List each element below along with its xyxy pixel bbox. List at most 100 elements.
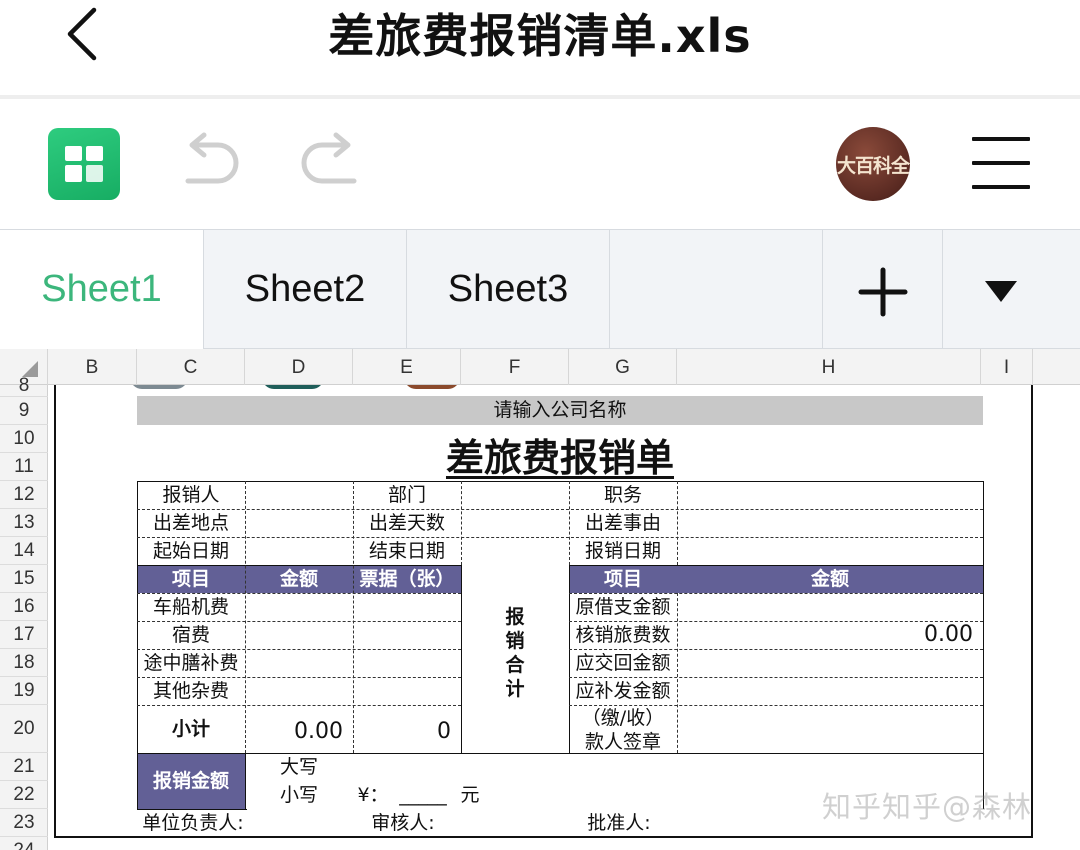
- settlement-item[interactable]: 应补发金额: [569, 677, 677, 705]
- row-header[interactable]: 19: [0, 677, 48, 705]
- sheet-tab-bar: Sheet1 Sheet2 Sheet3: [0, 229, 1080, 349]
- subtotal-amount[interactable]: 0.00: [245, 705, 353, 753]
- sheet-list-dropdown[interactable]: [943, 230, 1080, 349]
- logo-block: [65, 146, 82, 161]
- row-header[interactable]: 9: [0, 397, 48, 425]
- expense-item[interactable]: 车船机费: [137, 593, 245, 621]
- reimburse-amount-label[interactable]: 报销金额: [137, 753, 245, 809]
- expense-item[interactable]: 宿费: [137, 621, 245, 649]
- hamburger-icon: [972, 161, 1030, 165]
- settlement-item[interactable]: 原借支金额: [569, 593, 677, 621]
- cell-label[interactable]: 报销人: [137, 481, 245, 509]
- footer-label[interactable]: 单位负责人:: [128, 809, 258, 837]
- header-amount[interactable]: 金额: [677, 565, 983, 593]
- subtotal-label[interactable]: 小计: [137, 705, 245, 753]
- undo-icon: [185, 132, 239, 184]
- lowercase-label[interactable]: 小写: [245, 781, 353, 809]
- row-header[interactable]: 22: [0, 781, 48, 809]
- hamburger-icon: [972, 137, 1030, 141]
- currency-unit: 元: [460, 783, 480, 806]
- header-tickets[interactable]: 票据（张）: [353, 565, 461, 593]
- header-item[interactable]: 项目: [569, 565, 677, 593]
- grid-line: [677, 593, 678, 753]
- column-header-f[interactable]: F: [461, 349, 569, 385]
- signature-label[interactable]: （缴/收）: [569, 707, 677, 729]
- summary-char: 销: [505, 629, 525, 652]
- row-header[interactable]: 20: [0, 705, 48, 753]
- column-header-c[interactable]: C: [137, 349, 245, 385]
- table-border-right: [983, 481, 984, 809]
- add-sheet-button[interactable]: [822, 230, 943, 349]
- grid-line: [137, 537, 983, 538]
- row-header[interactable]: 17: [0, 621, 48, 649]
- cell-grid[interactable]: 请输入公司名称 差旅费报销单 报销人 部门 职务 出差地点 出差天数 出差事由 …: [48, 385, 1080, 850]
- summary-char: 合: [505, 653, 525, 676]
- spreadsheet-area[interactable]: B C D E F G H I 8 9 10 11 12 13 14 15 16…: [0, 349, 1080, 850]
- row-header[interactable]: 8: [0, 375, 48, 397]
- row-header[interactable]: 10: [0, 425, 48, 453]
- row-header[interactable]: 18: [0, 649, 48, 677]
- cell-label[interactable]: 出差事由: [569, 509, 677, 537]
- avatar[interactable]: 大百科全: [836, 127, 910, 201]
- logo-block: [86, 146, 103, 161]
- column-header-e[interactable]: E: [353, 349, 461, 385]
- company-name-input[interactable]: 请输入公司名称: [137, 396, 983, 425]
- signature-label[interactable]: 款人签章: [569, 731, 677, 753]
- column-header-bar: B C D E F G H I: [0, 349, 1080, 385]
- settlement-item[interactable]: 应交回金额: [569, 649, 677, 677]
- row-header[interactable]: 23: [0, 809, 48, 837]
- footer-label[interactable]: 审核人:: [358, 809, 448, 837]
- tab-sheet2[interactable]: Sheet2: [204, 230, 407, 349]
- plus-icon: [858, 267, 908, 317]
- header-item[interactable]: 项目: [137, 565, 245, 593]
- cell-label[interactable]: 起始日期: [137, 537, 245, 565]
- row-header[interactable]: 16: [0, 593, 48, 621]
- column-header-i[interactable]: I: [981, 349, 1033, 385]
- currency-blank[interactable]: _____: [393, 781, 453, 809]
- row-header[interactable]: 14: [0, 537, 48, 565]
- form-title: 差旅费报销单: [137, 431, 983, 480]
- table-border-top: [137, 481, 984, 482]
- title-bar: 差旅费报销清单.xls: [0, 0, 1080, 99]
- grid-line: [569, 705, 983, 706]
- settlement-item[interactable]: 核销旅费数: [569, 621, 677, 649]
- cell-label[interactable]: 结束日期: [353, 537, 461, 565]
- cell-label[interactable]: 报销日期: [569, 537, 677, 565]
- tab-sheet1[interactable]: Sheet1: [0, 230, 204, 349]
- subtotal-tickets[interactable]: 0: [353, 705, 461, 753]
- grid-line: [461, 481, 462, 565]
- uppercase-label[interactable]: 大写: [245, 753, 353, 781]
- expense-item[interactable]: 其他杂费: [137, 677, 245, 705]
- cell-label[interactable]: 职务: [569, 481, 677, 509]
- menu-button[interactable]: [972, 137, 1030, 191]
- form-title-text: 差旅费报销单: [445, 435, 674, 480]
- column-header-b[interactable]: B: [48, 349, 137, 385]
- currency-symbol: ¥：: [357, 783, 389, 806]
- redo-icon: [301, 132, 357, 184]
- column-header-g[interactable]: G: [569, 349, 677, 385]
- header-amount[interactable]: 金额: [245, 565, 353, 593]
- tab-sheet3[interactable]: Sheet3: [407, 230, 610, 349]
- column-header-d[interactable]: D: [245, 349, 353, 385]
- caret-down-icon: [985, 281, 1017, 302]
- row-header[interactable]: 13: [0, 509, 48, 537]
- grid-line: [677, 481, 678, 565]
- cell-label[interactable]: 出差地点: [137, 509, 245, 537]
- redo-button[interactable]: [296, 129, 362, 195]
- row-header[interactable]: 12: [0, 481, 48, 509]
- column-header-h[interactable]: H: [677, 349, 981, 385]
- cell-label[interactable]: 部门: [353, 481, 461, 509]
- row-header[interactable]: 24: [0, 837, 48, 850]
- row-header[interactable]: 11: [0, 453, 48, 481]
- undo-button[interactable]: [178, 129, 244, 195]
- expense-item[interactable]: 途中膳补费: [137, 649, 245, 677]
- spreadsheet-app-icon[interactable]: [48, 128, 120, 200]
- row-header[interactable]: 15: [0, 565, 48, 593]
- row-header-bar: 8 9 10 11 12 13 14 15 16 17 18 19 20 21 …: [0, 375, 48, 850]
- summary-char: 报: [505, 605, 525, 628]
- row-header[interactable]: 21: [0, 753, 48, 781]
- logo-block: [86, 165, 103, 182]
- footer-label[interactable]: 批准人:: [574, 809, 664, 837]
- cell-label[interactable]: 出差天数: [353, 509, 461, 537]
- settlement-value[interactable]: 0.00: [677, 621, 983, 649]
